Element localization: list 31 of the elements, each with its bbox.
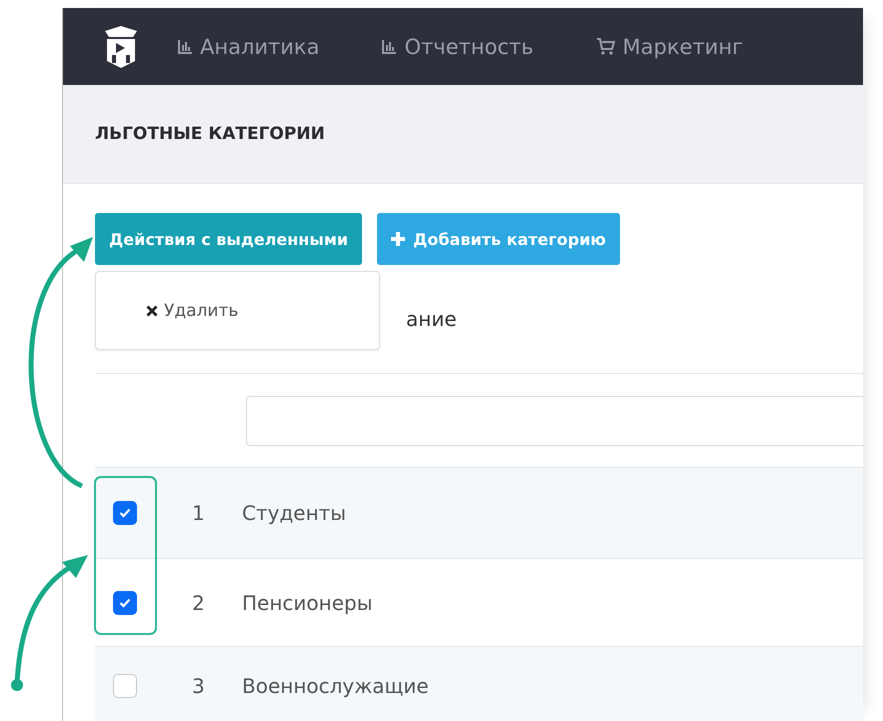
cart-icon	[596, 36, 616, 56]
table-cell: Пенсионеры	[242, 590, 373, 614]
nav-link[interactable]: Аналитика	[177, 34, 320, 58]
nav-link[interactable]: Маркетинг	[596, 34, 744, 58]
nav-label: Отчетность	[404, 34, 534, 58]
nav-label: Маркетинг	[622, 34, 744, 58]
table-row[interactable]: 1 Студенты	[95, 467, 863, 558]
delete-menu-item[interactable]: Удалить	[146, 300, 238, 320]
filter-field[interactable]	[246, 396, 863, 446]
checkbox[interactable]	[113, 501, 137, 525]
nav-link[interactable]: Отчетность	[381, 34, 534, 58]
row-number: 3	[192, 674, 206, 698]
check-icon	[119, 508, 131, 518]
table-cell: Военнослужащие	[242, 674, 429, 698]
checkbox[interactable]	[113, 674, 137, 698]
plus-icon	[391, 232, 406, 246]
nav-label: Аналитика	[200, 34, 320, 58]
table-row[interactable]: 3 Военнослужащие	[95, 646, 863, 721]
add-button[interactable]: Добавить категорию	[377, 213, 620, 265]
actions-button[interactable]: Действия с выделенными	[95, 213, 362, 265]
close-icon	[146, 304, 158, 316]
checkbox[interactable]	[113, 590, 137, 614]
table-cell: Студенты	[242, 501, 346, 525]
table-row[interactable]: 2 Пенсионеры	[95, 558, 863, 646]
column-header: ание	[406, 307, 457, 331]
page-title: ЛЬГОТНЫЕ КАТЕГОРИИ	[95, 124, 325, 144]
check-icon	[119, 598, 131, 608]
row-number: 2	[192, 590, 206, 614]
bar-chart-icon	[381, 38, 398, 54]
row-number: 1	[192, 501, 206, 525]
bar-chart-icon	[177, 38, 193, 54]
